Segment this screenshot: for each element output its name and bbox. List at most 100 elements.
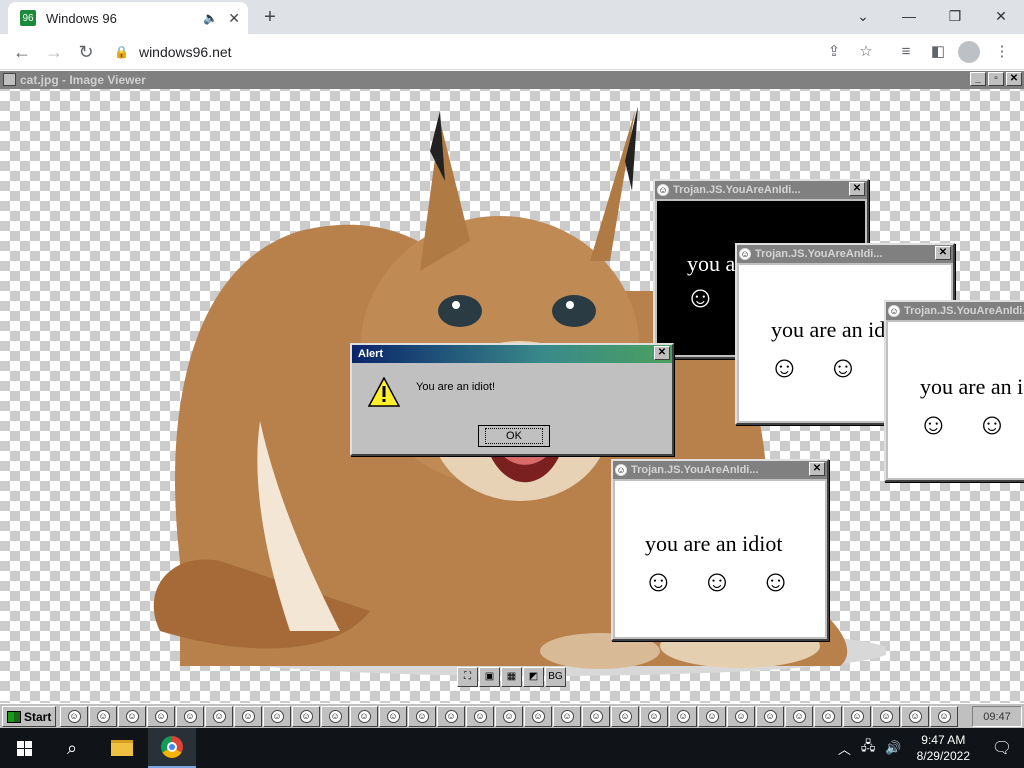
idiot-window-1-close-button[interactable]: ✕ [849,182,865,196]
media-control-icon[interactable]: ≡ [894,40,918,64]
iv-maximize-button[interactable]: ▫ [988,72,1004,86]
taskbar-window-button[interactable]: ☺ [147,706,175,727]
smiley-face-icon: ☺ [685,281,716,314]
chevron-up-icon[interactable]: ︿ [838,739,851,758]
address-bar[interactable]: 🔒 windows96.net [108,38,888,66]
close-tab-icon[interactable]: ✕ [228,10,240,27]
bg-button[interactable]: BG [545,667,566,687]
lock-icon[interactable]: 🔒 [114,45,129,59]
restore-button[interactable]: ❐ [932,5,978,27]
taskbar-window-button[interactable]: ☺ [553,706,581,727]
taskbar-window-button[interactable]: ☺ [756,706,784,727]
iv-close-button[interactable]: ✕ [1006,72,1022,86]
new-tab-button[interactable]: + [258,6,282,30]
taskbar-window-button[interactable]: ☺ [814,706,842,727]
taskbar-window-button[interactable]: ☺ [930,706,958,727]
windows-taskbar: ⌕ ︿ 🖧 🔊 9:47 AM 8/29/2022 🗨 [0,728,1024,768]
alert-close-button[interactable]: ✕ [654,346,670,360]
alert-titlebar[interactable]: Alert ✕ [352,345,672,363]
back-arrow-icon[interactable]: ← [10,40,34,64]
idiot-window-1-titlebar[interactable]: ☺ Trojan.JS.YouAreAnIdi... ✕ [655,181,867,199]
profile-avatar-icon[interactable] [958,41,980,63]
taskbar-window-button[interactable]: ☺ [60,706,88,727]
share-icon[interactable]: ⇪ [822,40,846,64]
reload-icon[interactable]: ↻ [74,40,98,64]
idiot-window-2-titlebar[interactable]: ☺ Trojan.JS.YouAreAnIdi... ✕ [737,245,953,263]
file-explorer-icon[interactable] [98,728,146,768]
idiot-window-4[interactable]: ☺ Trojan.JS.YouAreAnIdi... ✕ you are an … [611,459,829,641]
taskbar-window-button[interactable]: ☺ [118,706,146,727]
bookmark-star-icon[interactable]: ☆ [854,40,878,64]
start-label: Start [24,709,52,724]
smiley-face-icon: ☺ [760,565,791,598]
network-icon[interactable]: 🖧 [861,737,876,759]
win96-taskbar: Start ☺ ☺ ☺ ☺ ☺ ☺ ☺ ☺ ☺ ☺ ☺ ☺ ☺ ☺ ☺ ☺ ☺ ☺ ☺ ☺ ☺ ☺ ☺ ☺ ☺ ☺ ☺ ☺ ☺ ☺ ☺ 09… [0,703,1024,728]
taskbar-window-button[interactable]: ☺ [350,706,378,727]
taskbar-window-button[interactable]: ☺ [466,706,494,727]
notification-icon[interactable]: 🗨 [980,728,1024,768]
taskbar-window-button[interactable]: ☺ [843,706,871,727]
taskbar-window-button[interactable]: ☺ [669,706,697,727]
image-viewer-titlebar[interactable]: cat.jpg - Image Viewer _ ▫ ✕ [0,71,1024,89]
warning-icon [368,377,400,407]
close-window-button[interactable]: ✕ [978,5,1024,27]
taskbar-window-button[interactable]: ☺ [89,706,117,727]
idiot-window-4-text: you are an idiot [645,531,783,556]
taskbar-window-button[interactable]: ☺ [698,706,726,727]
tab-search-chevron-icon[interactable]: ⌄ [840,5,886,27]
taskbar-window-button[interactable]: ☺ [727,706,755,727]
smiley-icon: ☺ [299,710,313,723]
smiley-icon: ☺ [734,710,748,723]
idiot-window-3[interactable]: ☺ Trojan.JS.YouAreAnIdi... you are an id… [884,300,1024,482]
volume-icon[interactable]: 🔊 [885,740,901,756]
browser-tab-strip: 96 Windows 96 🔈 ✕ + ⌄ — ❐ ✕ [0,0,1024,34]
smiley-icon: ☺ [415,710,429,723]
idiot-window-4-titlebar[interactable]: ☺ Trojan.JS.YouAreAnIdi... ✕ [613,461,827,479]
windows-start-button[interactable] [0,728,48,768]
taskbar-window-button[interactable]: ☺ [582,706,610,727]
idiot-window-1-title: Trojan.JS.YouAreAnIdi... [673,184,801,196]
taskbar-window-button[interactable]: ☺ [785,706,813,727]
taskbar-window-button[interactable]: ☺ [640,706,668,727]
taskbar-window-button[interactable]: ☺ [437,706,465,727]
alert-dialog[interactable]: Alert ✕ You are an idiot! OK [350,343,674,456]
smiley-icon: ☺ [908,710,922,723]
actual-size-icon[interactable]: ▣ [479,667,500,687]
idiot-window-4-close-button[interactable]: ✕ [809,462,825,476]
taskbar-window-button[interactable]: ☺ [379,706,407,727]
smiley-face-icon: ☺ [918,408,949,441]
black-bg-icon[interactable]: ◩ [523,667,544,687]
windows-logo-icon [16,740,32,756]
ok-button[interactable]: OK [478,425,550,447]
speaker-icon[interactable]: 🔈 [203,11,218,25]
taskbar-window-button[interactable]: ☺ [901,706,929,727]
taskbar-window-button[interactable]: ☺ [263,706,291,727]
fit-window-icon[interactable]: ⛶ [457,667,478,687]
taskbar-window-button[interactable]: ☺ [205,706,233,727]
taskbar-window-button[interactable]: ☺ [872,706,900,727]
search-icon[interactable]: ⌕ [48,728,96,768]
taskbar-window-button[interactable]: ☺ [524,706,552,727]
checker-bg-icon[interactable]: ▦ [501,667,522,687]
taskbar-window-button[interactable]: ☺ [495,706,523,727]
win96-start-button[interactable]: Start [2,706,56,727]
taskbar-window-button[interactable]: ☺ [292,706,320,727]
smiley-icon: ☺ [444,710,458,723]
browser-tab[interactable]: 96 Windows 96 🔈 ✕ [8,2,248,34]
idiot-window-2-close-button[interactable]: ✕ [935,246,951,260]
idiot-window-3-titlebar[interactable]: ☺ Trojan.JS.YouAreAnIdi... [886,302,1024,320]
system-clock[interactable]: 9:47 AM 8/29/2022 [917,732,970,764]
taskbar-window-button[interactable]: ☺ [611,706,639,727]
taskbar-window-button[interactable]: ☺ [234,706,262,727]
taskbar-window-button[interactable]: ☺ [321,706,349,727]
chrome-taskbar-icon[interactable] [148,728,196,768]
iv-minimize-button[interactable]: _ [970,72,986,86]
side-panel-icon[interactable]: ◧ [926,40,950,64]
taskbar-window-button[interactable]: ☺ [408,706,436,727]
forward-arrow-icon[interactable]: → [42,40,66,64]
menu-kebab-icon[interactable]: ⋮ [990,40,1014,64]
smiley-icon: ☺ [270,710,284,723]
tab-title: Windows 96 [46,10,117,26]
taskbar-window-button[interactable]: ☺ [176,706,204,727]
minimize-button[interactable]: — [886,5,932,27]
